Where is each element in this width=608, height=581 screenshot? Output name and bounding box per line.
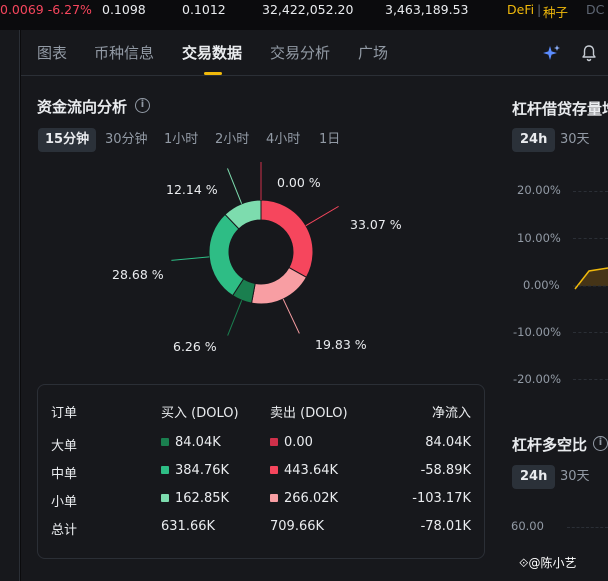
- long-short-24h[interactable]: 24h: [512, 465, 556, 489]
- row-name: 大单: [51, 439, 78, 454]
- ticker-bar: 0.0069 -6.27% 0.1098 0.1012 32,422,052.2…: [0, 0, 608, 20]
- ai-sparkle-icon[interactable]: [543, 44, 561, 62]
- legend-square: [270, 494, 278, 502]
- leader-line: [227, 300, 243, 336]
- data-panel: 图表 币种信息 交易数据 交易分析 广场 资金流向分析 i 15分钟 30分钟 …: [21, 30, 608, 581]
- col-header-net: 净流入: [431, 406, 471, 421]
- legend-square: [270, 466, 278, 474]
- leader-line: [171, 256, 210, 261]
- label-large-buy-pct: 6.26 %: [173, 339, 217, 354]
- row-net: -103.17K: [412, 491, 471, 506]
- grid-line: [573, 332, 608, 333]
- margin-loan-line: [573, 267, 608, 290]
- tag-separator: |: [537, 2, 542, 17]
- leader-line: [282, 298, 300, 334]
- row-buy: 631.66K: [161, 519, 216, 534]
- ticker-change: 0.0069 -6.27%: [0, 2, 92, 17]
- left-panel-edge: [0, 30, 20, 581]
- ticker-volume-token: 32,422,052.20: [262, 2, 354, 17]
- slice-small-sell: [250, 266, 308, 305]
- slice-medium-sell: [260, 199, 314, 278]
- tag-seed[interactable]: 种子: [543, 2, 568, 21]
- watermark: ⟐@陈小艺: [519, 556, 577, 570]
- col-header-order: 订单: [51, 406, 78, 421]
- ticker-volume-quote: 3,463,189.53: [385, 2, 469, 17]
- long-short-title: 杠杆多空比: [512, 436, 588, 454]
- legend-square: [270, 438, 278, 446]
- row-net: -78.01K: [420, 519, 471, 534]
- tag-dc[interactable]: DC: [586, 2, 604, 17]
- label-large-sell-pct: 0.00 %: [277, 175, 321, 190]
- long-short-30d[interactable]: 30天: [560, 465, 590, 489]
- order-flow-table: 订单 买入 (DOLO) 卖出 (DOLO) 净流入 大单 84.04K 0.0…: [37, 384, 485, 559]
- grid-line: [573, 238, 608, 239]
- ticker-high: 0.1098: [102, 2, 146, 17]
- y-tick: 10.00%: [517, 231, 561, 245]
- row-buy: 162.85K: [161, 491, 229, 506]
- row-name: 中单: [51, 467, 78, 482]
- leader-line: [305, 205, 339, 227]
- y-tick: -10.00%: [513, 325, 561, 339]
- row-sell: 443.64K: [270, 463, 338, 478]
- ticker-low: 0.1012: [182, 2, 226, 17]
- y-tick: 0.00%: [523, 278, 560, 292]
- row-name: 总计: [51, 523, 78, 538]
- tag-defi[interactable]: DeFi: [507, 2, 534, 17]
- y-tick: -20.00%: [513, 372, 561, 386]
- row-buy: 384.76K: [161, 463, 229, 478]
- legend-square: [161, 466, 169, 474]
- grid-line: [573, 379, 608, 380]
- bell-icon[interactable]: [580, 44, 598, 62]
- row-net: 84.04K: [425, 435, 471, 450]
- donut-slices: [208, 199, 314, 305]
- margin-loan-title: 杠杆借贷存量增: [512, 100, 608, 118]
- col-header-sell: 卖出 (DOLO): [270, 406, 348, 421]
- margin-loan-30d[interactable]: 30天: [560, 128, 590, 152]
- grid-line: [567, 527, 608, 528]
- col-header-buy: 买入 (DOLO): [161, 406, 239, 421]
- y-tick: 20.00%: [517, 183, 561, 197]
- margin-loan-24h[interactable]: 24h: [512, 128, 556, 152]
- row-sell: 266.02K: [270, 491, 338, 506]
- label-small-buy-pct: 12.14 %: [166, 182, 218, 197]
- row-sell: 0.00: [270, 435, 313, 450]
- row-buy: 84.04K: [161, 435, 221, 450]
- y-tick: 60.00: [511, 519, 544, 533]
- row-sell: 709.66K: [270, 519, 325, 534]
- legend-square: [161, 494, 169, 502]
- grid-line: [573, 191, 608, 192]
- label-small-sell-pct: 19.83 %: [315, 337, 367, 352]
- row-name: 小单: [51, 495, 78, 510]
- label-medium-buy-pct: 28.68 %: [112, 267, 164, 282]
- money-flow-donut-chart: [171, 162, 339, 336]
- info-icon[interactable]: i: [593, 436, 608, 451]
- row-net: -58.89K: [420, 463, 471, 478]
- label-medium-sell-pct: 33.07 %: [350, 217, 402, 232]
- leader-line: [227, 168, 243, 204]
- legend-square: [161, 438, 169, 446]
